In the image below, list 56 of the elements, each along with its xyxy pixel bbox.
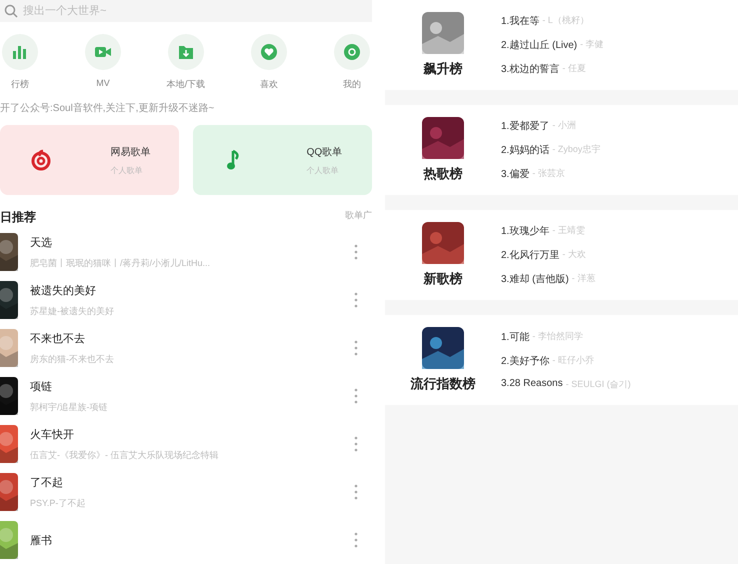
more-options-icon[interactable] [354,388,358,404]
song-title[interactable]: 雁书 [30,532,354,548]
track-title: 3.难却 (吉他版) [501,272,569,286]
song-artist: 苏星婕-被遗失的美好 [30,304,115,318]
track-title: 1.我在等 [501,14,540,28]
shortcut-label[interactable]: 我的 [343,78,361,91]
song-title[interactable]: 项链 [30,378,354,394]
chart-name: 新歌榜 [424,270,462,288]
track-title: 1.爱都爱了 [501,120,550,133]
song-title[interactable]: 了不起 [30,474,354,490]
track-title: 3.28 Reasons [501,378,563,390]
shortcut-label[interactable]: 行榜 [11,78,29,91]
more-options-icon[interactable] [354,244,358,260]
track-title: 2.越过山丘 (Live) [501,38,578,52]
song-artist: 郭柯宇/追星族-项链 [30,400,108,414]
track-title: 2.化风行万里 [501,249,560,262]
track-title: 2.美好予你 [501,354,550,368]
song-artist: 房东的猫-不来也不去 [30,352,115,366]
song-artist: 肥皂菌丨珉珉的猫咪丨/蒋丹莉/小淅儿/LitHu... [30,256,212,270]
song-title[interactable]: 被遗失的美好 [30,282,354,298]
search-field[interactable]: 搜出一个大世界~ [0,0,372,22]
more-options-icon[interactable] [354,436,358,452]
chart-name: 流行指数榜 [410,375,476,393]
netease-logo-icon [28,148,53,172]
more-options-icon[interactable] [354,292,358,308]
track-title: 3.偏爱 [501,168,530,181]
playlist-card[interactable]: QQ歌单 个人歌单 [193,125,372,195]
playlist-card[interactable]: 网易歌单 个人歌单 [0,125,179,195]
shortcut-label[interactable]: MV [96,78,110,88]
song-title[interactable]: 不来也不去 [30,330,354,346]
track-title: 2.妈妈的话 [501,144,550,157]
card-title: QQ歌单 [306,146,342,158]
more-options-icon[interactable] [354,340,358,356]
chart-name: 飙升榜 [424,60,462,78]
notice-text: 开了公众号:Soul音软件,关注下,更新升级不迷路~ [0,102,216,115]
card-subtitle: 个人歌单 [110,164,144,176]
card-subtitle: 个人歌单 [306,164,340,176]
more-options-icon[interactable] [354,484,358,500]
more-options-icon[interactable] [354,532,358,548]
shortcut-label[interactable]: 喜欢 [260,78,278,91]
song-title[interactable]: 天选 [30,234,354,250]
chart-name: 热歌榜 [424,165,462,183]
video-camera-icon[interactable] [85,34,121,70]
song-artist: 伍言艾-《我爱你》- 伍言艾大乐队现场纪念特辑 [30,448,220,462]
disc-icon[interactable] [334,34,370,70]
search-icon [4,4,18,18]
download-folder-icon[interactable] [168,34,204,70]
track-title: 1.玫瑰少年 [501,224,550,238]
song-artist: PSY.P-了不起 [30,496,86,510]
bar-chart-icon[interactable] [2,34,38,70]
section-title: 日推荐 [0,209,36,226]
card-title: 网易歌单 [110,146,150,158]
track-title: 1.可能 [501,330,530,344]
song-title[interactable]: 火车快开 [30,426,354,442]
track-title: 3.枕边的誓言 [501,62,560,76]
shortcut-label[interactable]: 本地/下载 [166,78,206,91]
